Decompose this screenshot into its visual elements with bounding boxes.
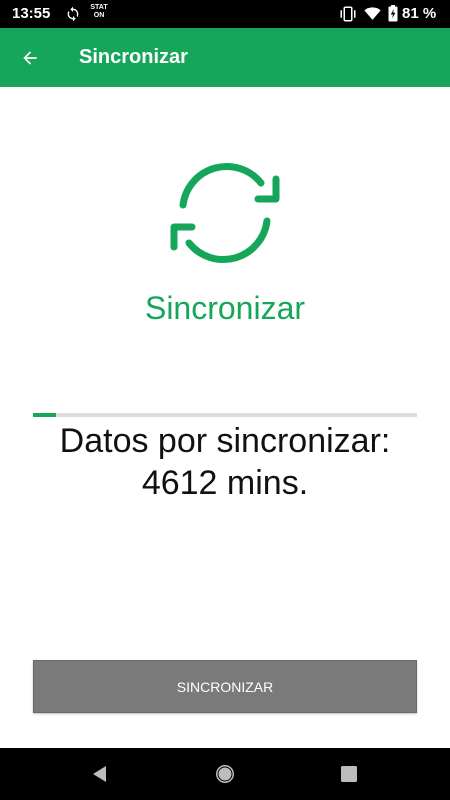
back-button[interactable] [12, 40, 48, 76]
sync-title: Sincronizar [144, 290, 306, 326]
sync-progress-fill [33, 413, 57, 417]
battery-percent: 81 % [402, 5, 437, 22]
sync-icon [67, 6, 79, 22]
sync-hero-icon [170, 163, 280, 263]
home-circle-icon[interactable] [213, 762, 237, 786]
app-bar: Sincronizar [0, 28, 450, 87]
status-time: 13:55 [12, 5, 51, 22]
stat-on-line2: ON [93, 12, 105, 19]
pending-value: 4612 mins. [141, 464, 309, 502]
pending-data-text: Datos por sincronizar: 4612 mins. [0, 420, 450, 504]
arrow-left-icon [23, 51, 37, 65]
stat-on-line1: STAT [90, 4, 108, 11]
sync-screen: 13:55 STAT ON 81 % Sincronizar Sincroniz… [0, 0, 450, 800]
navigation-bar [0, 748, 450, 800]
app-bar-title: Sincronizar [79, 46, 188, 68]
status-bar: 13:55 STAT ON 81 % [0, 0, 450, 28]
sync-progress-bar [33, 413, 417, 417]
stat-on-icon: STAT ON [90, 4, 108, 24]
pending-label: Datos por sincronizar: [59, 422, 391, 460]
battery-icon [388, 5, 398, 22]
wifi-icon [364, 7, 381, 20]
sync-button[interactable]: SINCRONIZAR [33, 660, 417, 713]
recents-square-icon[interactable] [337, 762, 361, 786]
back-triangle-icon[interactable] [88, 762, 112, 786]
vibrate-icon [340, 6, 356, 22]
